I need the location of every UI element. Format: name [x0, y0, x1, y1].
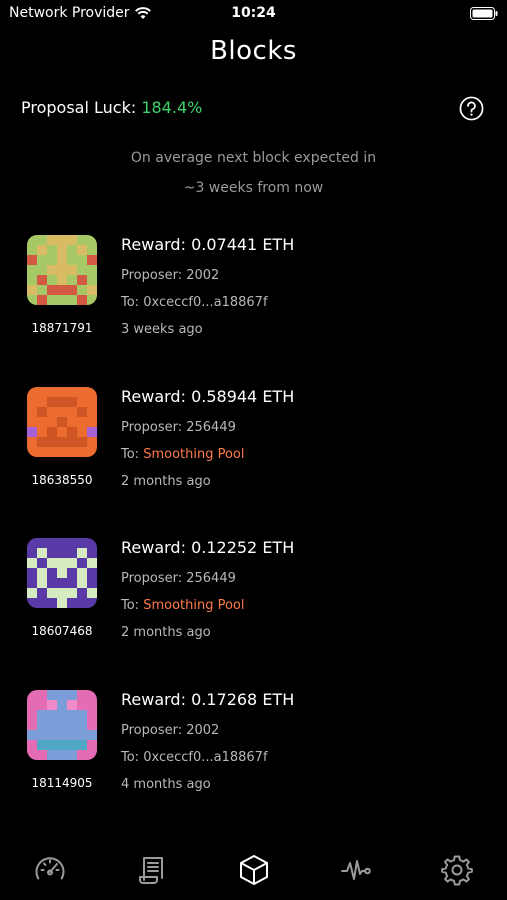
block-reward: Reward: 0.17268 ETH [121, 690, 295, 709]
block-row[interactable]: 18871791 Reward: 0.07441 ETH Proposer: 2… [0, 235, 507, 355]
tab-bar [0, 840, 507, 900]
tab-settings[interactable] [437, 850, 477, 890]
next-block-estimate-line2: ~3 weeks from now [183, 180, 324, 196]
block-row[interactable]: 18638550 Reward: 0.58944 ETH Proposer: 2… [0, 387, 507, 507]
block-proposer: Proposer: 256449 [121, 420, 236, 435]
block-row[interactable]: 18607468 Reward: 0.12252 ETH Proposer: 2… [0, 538, 507, 658]
gear-icon [441, 855, 473, 886]
cube-icon [240, 855, 268, 885]
block-avatar [27, 387, 97, 457]
recipient-prefix: To: [121, 750, 144, 765]
tab-blocks[interactable] [234, 850, 274, 890]
recipient-prefix: To: [121, 447, 144, 462]
block-reward: Reward: 0.07441 ETH [121, 235, 295, 254]
recipient-prefix: To: [121, 295, 144, 310]
help-icon[interactable] [459, 96, 484, 121]
block-recipient: To: 0xceccf0...a18867f [121, 295, 268, 310]
block-reward: Reward: 0.58944 ETH [121, 387, 295, 406]
smoothing-pool-link[interactable]: Smoothing Pool [143, 447, 244, 462]
pulse-icon [341, 860, 371, 880]
block-number: 18871791 [31, 321, 93, 335]
block-row[interactable]: 18114905 Reward: 0.17268 ETH Proposer: 2… [0, 690, 507, 810]
block-age: 3 weeks ago [121, 322, 203, 337]
block-proposer: Proposer: 256449 [121, 571, 236, 586]
block-age: 2 months ago [121, 474, 211, 489]
recipient-prefix: To: [121, 598, 144, 613]
block-age: 2 months ago [121, 625, 211, 640]
next-block-estimate-line1: On average next block expected in [130, 150, 377, 166]
block-proposer: Proposer: 2002 [121, 268, 220, 283]
block-avatar [27, 538, 97, 608]
block-recipient: To: Smoothing Pool [121, 447, 245, 462]
receipt-icon [139, 857, 163, 884]
tab-activity[interactable] [336, 850, 376, 890]
block-proposer: Proposer: 2002 [121, 723, 220, 738]
block-recipient: To: Smoothing Pool [121, 598, 245, 613]
smoothing-pool-link[interactable]: Smoothing Pool [143, 598, 244, 613]
tab-dashboard[interactable] [30, 850, 70, 890]
proposal-luck-value: 184.4% [141, 98, 203, 117]
proposal-luck-label: Proposal Luck: [21, 98, 142, 117]
block-number: 18638550 [31, 473, 93, 487]
status-bar: Network Provider 10:24 [0, 0, 507, 30]
block-recipient: To: 0xceccf0...a18867f [121, 750, 268, 765]
battery-icon [470, 7, 498, 20]
recipient-value: 0xceccf0...a18867f [143, 295, 268, 310]
tab-rewards[interactable] [132, 850, 172, 890]
page-title: Blocks [210, 36, 297, 66]
speedometer-icon [35, 857, 65, 880]
block-number: 18607468 [31, 624, 93, 638]
block-age: 4 months ago [121, 777, 211, 792]
block-reward: Reward: 0.12252 ETH [121, 538, 295, 557]
recipient-value: 0xceccf0...a18867f [143, 750, 268, 765]
block-number: 18114905 [31, 776, 93, 790]
proposal-luck: Proposal Luck: 184.4% [21, 98, 202, 117]
block-avatar [27, 690, 97, 760]
block-avatar [27, 235, 97, 305]
clock: 10:24 [231, 5, 276, 21]
